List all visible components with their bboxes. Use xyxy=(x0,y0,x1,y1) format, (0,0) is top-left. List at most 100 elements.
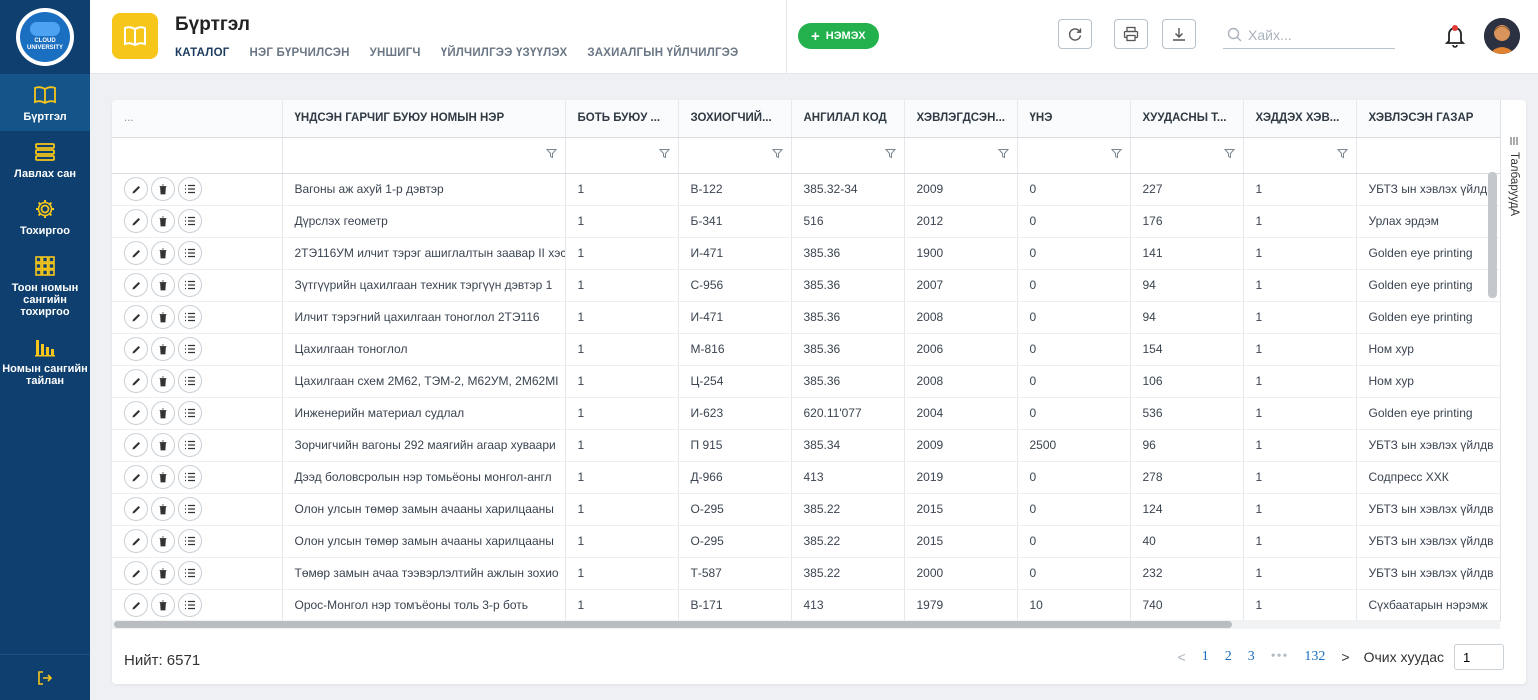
delete-button[interactable] xyxy=(151,465,175,489)
delete-button[interactable] xyxy=(151,241,175,265)
details-button[interactable] xyxy=(178,241,202,265)
edit-button[interactable] xyxy=(124,209,148,233)
page-3[interactable]: 3 xyxy=(1240,649,1263,665)
columns-panel-toggle[interactable]: ТалбаруудА xyxy=(1508,152,1520,216)
col-header-title[interactable]: ҮНДСЭН ГАРЧИГ БУЮУ НОМЫН НЭР xyxy=(282,100,566,138)
filter-icon[interactable] xyxy=(997,148,1009,162)
table-row[interactable]: Зорчигчийн вагоны 292 маягийн агаар хува… xyxy=(112,429,1500,462)
table-row[interactable]: Илчит тэрэгний цахилгаан тоноглол 2ТЭ116… xyxy=(112,301,1500,334)
sidebar-item-settings[interactable]: Тохиргоо xyxy=(0,188,90,245)
edit-button[interactable] xyxy=(124,401,148,425)
details-button[interactable] xyxy=(178,337,202,361)
table-row[interactable]: Дээд боловсролын нэр томьёоны монгол-анг… xyxy=(112,461,1500,494)
edit-button[interactable] xyxy=(124,433,148,457)
tab-catalog[interactable]: КАТАЛОГ xyxy=(175,47,229,59)
edit-button[interactable] xyxy=(124,497,148,521)
delete-button[interactable] xyxy=(151,593,175,617)
sidebar-item-library-report[interactable]: Номын сангийн тайлан xyxy=(0,326,90,395)
col-header-price[interactable]: ҮНЭ xyxy=(1017,100,1131,138)
delete-button[interactable] xyxy=(151,561,175,585)
edit-button[interactable] xyxy=(124,593,148,617)
page-last[interactable]: 132 xyxy=(1296,649,1333,665)
page-1[interactable]: 1 xyxy=(1194,649,1217,665)
tab-reader[interactable]: УНШИГЧ xyxy=(370,47,421,59)
edit-button[interactable] xyxy=(124,305,148,329)
tab-service[interactable]: ҮЙЛЧИЛГЭЭ ҮЗҮҮЛЭХ xyxy=(441,47,568,59)
table-row[interactable]: Инженерийн материал судлал 1 И-623 620.11'0… xyxy=(112,397,1500,430)
delete-button[interactable] xyxy=(151,433,175,457)
table-row[interactable]: Олон улсын төмөр замын ачааны харилцааны… xyxy=(112,493,1500,526)
delete-button[interactable] xyxy=(151,177,175,201)
horizontal-scrollbar[interactable] xyxy=(114,621,1232,628)
delete-button[interactable] xyxy=(151,401,175,425)
delete-button[interactable] xyxy=(151,273,175,297)
edit-button[interactable] xyxy=(124,177,148,201)
table-row[interactable]: Олон улсын төмөр замын ачааны харилцааны… xyxy=(112,525,1500,558)
details-button[interactable] xyxy=(178,401,202,425)
vertical-scrollbar[interactable] xyxy=(1488,172,1497,298)
table-row[interactable]: Зүтгүүрийн цахилгаан техник тэргүүн дэвт… xyxy=(112,269,1500,302)
delete-button[interactable] xyxy=(151,529,175,553)
details-button[interactable] xyxy=(178,369,202,393)
tab-order-service[interactable]: ЗАХИАЛГЫН ҮЙЛЧИЛГЭЭ xyxy=(587,47,738,59)
filter-icon[interactable] xyxy=(658,148,670,162)
filter-icon[interactable] xyxy=(884,148,896,162)
refresh-button[interactable] xyxy=(1058,19,1092,49)
details-button[interactable] xyxy=(178,209,202,233)
table-row[interactable]: Цахилгаан схем 2М62, ТЭМ-2, М62УМ, 2М62М… xyxy=(112,365,1500,398)
tab-cataloging[interactable]: НЭГ БҮРЧИЛСЭН xyxy=(249,47,349,59)
user-avatar[interactable] xyxy=(1484,18,1520,54)
prev-page-button[interactable]: < xyxy=(1170,649,1194,665)
table-row[interactable]: Цахилгаан тоноглол 1 М-816 385.36 2006 0 154 1 Н… xyxy=(112,333,1500,366)
filter-icon[interactable] xyxy=(1336,148,1348,162)
table-row[interactable]: Вагоны аж ахуй 1-р дэвтэр 1 В-122 385.32-34… xyxy=(112,173,1500,206)
filter-icon[interactable] xyxy=(771,148,783,162)
delete-button[interactable] xyxy=(151,337,175,361)
table-row[interactable]: Орос-Монгол нэр томъёоны толь 3-р боть 1 В… xyxy=(112,589,1500,622)
next-page-button[interactable]: > xyxy=(1333,649,1357,665)
university-logo[interactable]: CLOUD UNIVERSITY xyxy=(16,8,74,66)
col-header-page-count[interactable]: ХУУДАСНЫ Т... xyxy=(1130,100,1244,138)
go-to-page-input[interactable] xyxy=(1454,644,1504,670)
sidebar-item-registration[interactable]: Бүртгэл xyxy=(0,74,90,131)
details-button[interactable] xyxy=(178,497,202,521)
download-button[interactable] xyxy=(1162,19,1196,49)
logout-button[interactable] xyxy=(0,654,90,700)
edit-button[interactable] xyxy=(124,337,148,361)
col-header-actions[interactable]: ... xyxy=(112,100,283,138)
delete-button[interactable] xyxy=(151,305,175,329)
add-button[interactable]: + НЭМЭХ xyxy=(798,23,879,49)
edit-button[interactable] xyxy=(124,561,148,585)
filter-icon[interactable] xyxy=(1110,148,1122,162)
sidebar-item-digital-library-settings[interactable]: Тоон номын сангийн тохиргоо xyxy=(0,245,90,326)
details-button[interactable] xyxy=(178,529,202,553)
edit-button[interactable] xyxy=(124,465,148,489)
edit-button[interactable] xyxy=(124,529,148,553)
details-button[interactable] xyxy=(178,593,202,617)
print-button[interactable] xyxy=(1114,19,1148,49)
delete-button[interactable] xyxy=(151,209,175,233)
col-header-author-code[interactable]: ЗОХИОГЧИЙ... xyxy=(678,100,792,138)
filter-icon[interactable] xyxy=(545,148,557,162)
page-2[interactable]: 2 xyxy=(1217,649,1240,665)
details-button[interactable] xyxy=(178,433,202,457)
menu-icon[interactable] xyxy=(1509,136,1519,146)
edit-button[interactable] xyxy=(124,241,148,265)
details-button[interactable] xyxy=(178,465,202,489)
search-input[interactable] xyxy=(1248,26,1388,43)
details-button[interactable] xyxy=(178,177,202,201)
edit-button[interactable] xyxy=(124,273,148,297)
col-header-publisher[interactable]: ХЭВЛЭСЭН ГАЗАР xyxy=(1356,100,1500,138)
sidebar-item-reference[interactable]: Лавлах сан xyxy=(0,131,90,188)
table-row[interactable]: Төмөр замын ачаа тээвэрлэлтийн ажлын зох… xyxy=(112,557,1500,590)
col-header-edition[interactable]: ХЭДДЭХ ХЭВ... xyxy=(1243,100,1357,138)
details-button[interactable] xyxy=(178,561,202,585)
filter-icon[interactable] xyxy=(1223,148,1235,162)
delete-button[interactable] xyxy=(151,497,175,521)
details-button[interactable] xyxy=(178,273,202,297)
table-row[interactable]: Дүрслэх геометр 1 Б-341 516 2012 0 176 1 Урлах э… xyxy=(112,205,1500,238)
details-button[interactable] xyxy=(178,305,202,329)
table-row[interactable]: 2ТЭ116УМ илчит тэрэг ашиглалтын заавар I… xyxy=(112,237,1500,270)
notification-bell[interactable] xyxy=(1444,24,1466,48)
col-header-class-code[interactable]: АНГИЛАЛ КОД xyxy=(791,100,905,138)
